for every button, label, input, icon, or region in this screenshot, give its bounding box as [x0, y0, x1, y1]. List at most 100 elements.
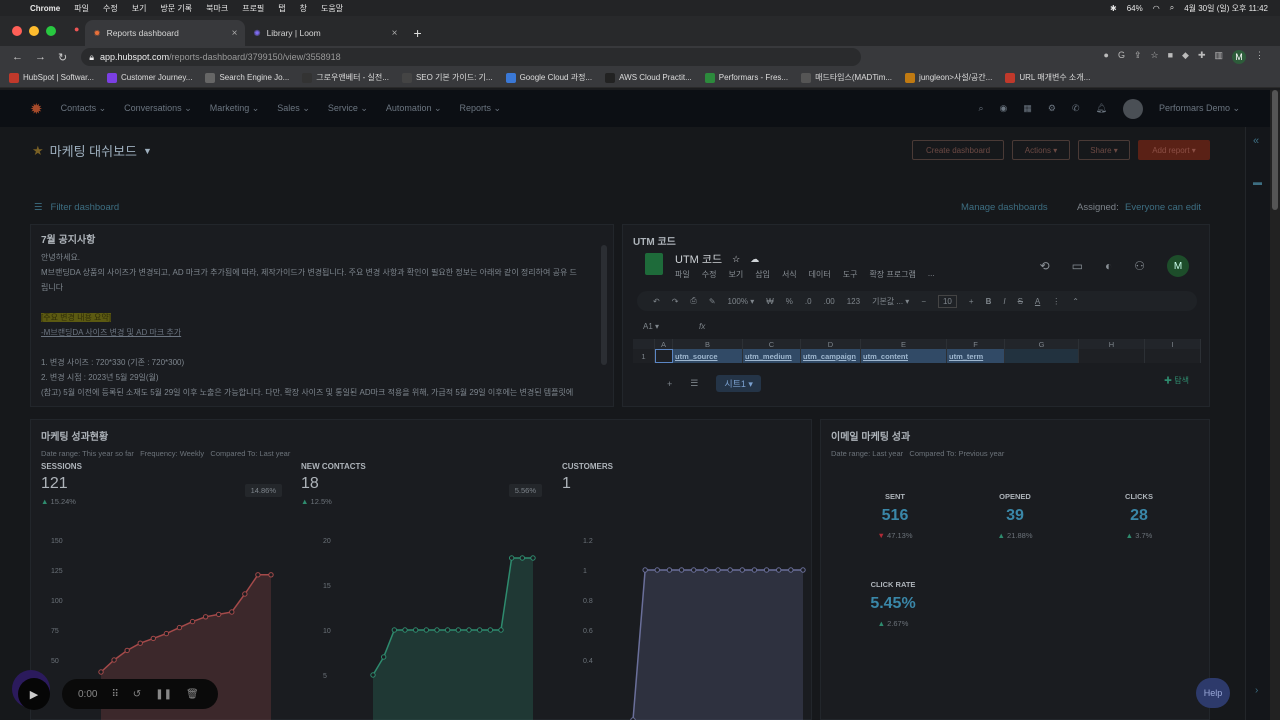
extension-icon[interactable]: ■ — [1168, 50, 1173, 64]
nav-marketing[interactable]: Marketing ⌄ — [210, 103, 260, 114]
data-point[interactable] — [412, 627, 419, 633]
data-point[interactable] — [530, 555, 536, 561]
sheet-menu-item[interactable]: 확장 프로그램 — [870, 269, 916, 280]
data-point[interactable] — [739, 567, 745, 573]
data-point[interactable] — [788, 567, 794, 573]
data-point[interactable] — [202, 614, 209, 620]
history-icon[interactable]: ⟲ — [1040, 259, 1050, 273]
sheet-menu-item[interactable]: 서식 — [782, 269, 797, 280]
menu-item[interactable]: 탭 — [278, 3, 285, 14]
column-header[interactable]: C — [743, 339, 801, 349]
data-point[interactable] — [111, 657, 117, 663]
data-point[interactable] — [229, 609, 235, 615]
sheet-cell[interactable] — [655, 349, 673, 363]
mic-icon[interactable]: ● — [1104, 50, 1109, 64]
settings-gear-icon[interactable]: ⚙ — [1048, 103, 1056, 114]
sheet-cell[interactable]: utm_term — [947, 349, 1005, 363]
bookmark-item[interactable]: Search Engine Jo... — [205, 72, 289, 83]
bookmark-item[interactable]: 매드타임스(MADTim... — [801, 72, 892, 83]
data-point[interactable] — [402, 627, 408, 633]
decrease-decimal-button[interactable]: .0 — [805, 297, 812, 306]
notifications-bell-icon[interactable]: 🔔︎ — [1096, 103, 1107, 114]
column-header[interactable]: H — [1079, 339, 1145, 349]
data-point[interactable] — [444, 627, 451, 633]
close-window-button[interactable] — [12, 26, 22, 36]
sheet-cell[interactable] — [1079, 349, 1145, 363]
url-input[interactable]: 🔒︎ app.hubspot.com/reports-dashboard/379… — [81, 48, 862, 66]
help-button[interactable]: Help — [1196, 678, 1230, 708]
search-icon[interactable]: ⌕ — [1170, 3, 1174, 13]
share-button[interactable]: Share ▾ — [1078, 140, 1130, 160]
puzzle-icon[interactable]: ✚ — [1198, 50, 1206, 64]
bookmark-item[interactable]: URL 매개변수 소개... — [1005, 72, 1090, 83]
sheet-cell[interactable]: utm_content — [861, 349, 947, 363]
filter-dashboard-link[interactable]: ☰ Filter dashboard — [34, 202, 119, 213]
comment-icon[interactable]: ▭ — [1072, 259, 1083, 273]
data-point[interactable] — [678, 567, 685, 573]
avatar[interactable]: M — [1167, 255, 1189, 277]
data-point[interactable] — [654, 567, 660, 573]
minimize-window-button[interactable] — [29, 26, 39, 36]
data-point[interactable] — [380, 654, 387, 660]
all-sheets-icon[interactable]: ☰ — [690, 378, 698, 389]
name-box[interactable]: A1 ▾ — [643, 322, 659, 331]
menu-app[interactable]: Chrome — [30, 4, 60, 13]
data-point[interactable] — [255, 572, 261, 578]
calling-icon[interactable]: ✆ — [1072, 103, 1080, 114]
more-icon[interactable]: ⋮ — [1255, 50, 1264, 64]
trash-icon[interactable]: 🗑︎ — [186, 689, 199, 700]
data-point[interactable] — [466, 627, 472, 633]
sheet-grid[interactable]: A B C D E F G H I 1 utm_source utm_mediu… — [633, 339, 1201, 367]
column-header[interactable]: F — [947, 339, 1005, 349]
help-circle-icon[interactable]: ◉ — [1000, 103, 1008, 114]
sheet-menu-item[interactable]: 도구 — [843, 269, 858, 280]
add-sheet-icon[interactable]: + — [667, 379, 672, 389]
data-point[interactable] — [137, 640, 143, 646]
bookmark-item[interactable]: Google Cloud 과정... — [505, 72, 592, 83]
sheet-menu-item[interactable]: 데이터 — [809, 269, 831, 280]
sheet-cell[interactable]: utm_medium — [743, 349, 801, 363]
chat-icon[interactable]: ▬ — [1253, 177, 1262, 187]
more-icon[interactable]: ⋮ — [1052, 297, 1060, 306]
font-size-minus-button[interactable]: − — [921, 297, 926, 306]
menu-item[interactable]: 파일 — [74, 3, 89, 14]
data-point[interactable] — [242, 591, 248, 597]
menu-item[interactable]: 보기 — [132, 3, 147, 14]
data-point[interactable] — [124, 647, 130, 654]
drag-handle-icon[interactable]: ⠿ — [111, 689, 118, 700]
data-point[interactable] — [268, 572, 274, 578]
column-header[interactable]: G — [1005, 339, 1079, 349]
percent-button[interactable]: % — [786, 297, 793, 306]
column-header[interactable]: D — [801, 339, 861, 349]
sheet-cell[interactable]: utm_campaign — [801, 349, 861, 363]
extension-icon[interactable]: ◆ — [1182, 50, 1189, 64]
menu-item[interactable]: 창 — [300, 3, 307, 14]
page-scrollbar[interactable] — [1270, 90, 1280, 720]
data-point[interactable] — [508, 555, 515, 561]
account-name[interactable]: Performars Demo ⌄ — [1159, 103, 1240, 114]
bookmark-item[interactable]: Performars - Fres... — [704, 72, 788, 83]
bookmark-item[interactable]: HubSpot | Softwar... — [9, 72, 94, 83]
data-point[interactable] — [751, 567, 758, 573]
marketplace-icon[interactable]: ▦ — [1023, 103, 1032, 114]
bookmark-item[interactable]: AWS Cloud Practit... — [605, 72, 692, 83]
font-size-input[interactable]: 10 — [937, 294, 957, 308]
hubspot-logo-icon[interactable]: ✹ — [30, 100, 43, 118]
print-icon[interactable]: ⎙ — [690, 296, 696, 306]
redo-icon[interactable]: ↷ — [672, 297, 679, 306]
sheet-tab[interactable]: 시트1 ▾ — [716, 375, 761, 392]
data-point[interactable] — [519, 555, 526, 561]
bookmark-item[interactable]: Customer Journey... — [107, 72, 192, 83]
sidepanel-icon[interactable]: ▥ — [1214, 50, 1223, 64]
sheet-cell[interactable] — [1005, 349, 1079, 363]
share-people-icon[interactable]: ⚇ — [1134, 259, 1145, 273]
notice-link[interactable]: -M브랜딩DA 사이즈 변경 및 AD 마크 추가 — [41, 328, 181, 337]
sheet-menu-item[interactable]: 삽입 — [755, 269, 770, 280]
zoom-select[interactable]: 100% ▾ — [728, 297, 755, 306]
close-icon[interactable]: × — [232, 28, 238, 39]
nav-automation[interactable]: Automation ⌄ — [386, 103, 442, 114]
chevron-right-icon[interactable]: › — [1255, 685, 1258, 696]
wifi-icon[interactable]: ◠ — [1153, 4, 1160, 13]
data-point[interactable] — [391, 627, 398, 633]
text-color-button[interactable]: A — [1035, 297, 1040, 306]
